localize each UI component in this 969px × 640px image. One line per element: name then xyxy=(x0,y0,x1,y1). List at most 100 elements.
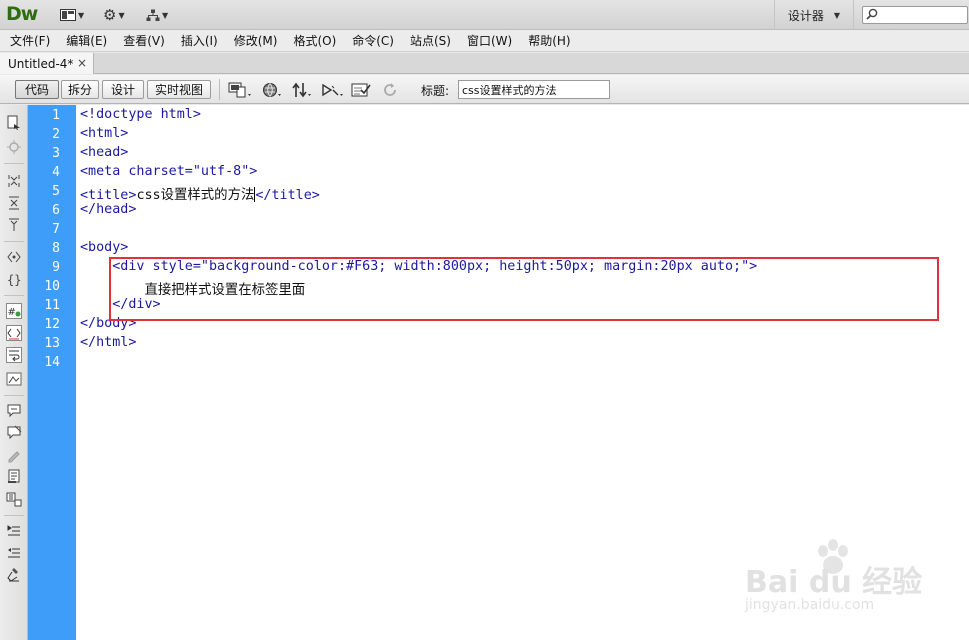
document-toolbar: 代码 拆分 设计 实时视图 标题: xyxy=(0,75,969,104)
layout-menu-button[interactable]: ▼ xyxy=(60,6,84,24)
close-icon[interactable]: × xyxy=(77,56,87,70)
menu-commands[interactable]: 命令(C) xyxy=(352,32,394,49)
title-open-tag: <title> xyxy=(80,188,137,203)
menu-view[interactable]: 查看(V) xyxy=(123,32,165,49)
refresh-button[interactable] xyxy=(382,81,398,99)
line-number: 8 xyxy=(52,241,60,256)
title-bar: Dw ▼ ⚙ ▼ ▼ 设计器 ▼ xyxy=(0,0,969,30)
site-tree-icon xyxy=(146,9,160,21)
code-line: </html> xyxy=(80,335,137,350)
code-line: </head> xyxy=(80,202,137,217)
line-numbers-icon[interactable]: # xyxy=(6,303,22,319)
highlight-annotation-box xyxy=(109,257,939,321)
dreamweaver-logo: Dw xyxy=(6,3,38,25)
wrap-tag-icon[interactable] xyxy=(6,447,22,463)
select-parent-tag-icon[interactable] xyxy=(6,249,22,265)
menu-file[interactable]: 文件(F) xyxy=(10,32,50,49)
layout-icon xyxy=(60,9,76,21)
balance-braces-icon[interactable]: {} xyxy=(6,271,22,287)
document-tab-label: Untitled-4* xyxy=(8,56,74,71)
validate-markup-button[interactable] xyxy=(351,81,375,99)
workspace-switcher[interactable]: 设计器 ▼ xyxy=(774,0,854,30)
preview-browser-button[interactable] xyxy=(262,81,284,99)
line-number-gutter: 1 2 3 4 5 6 7 8 9 10 11 12 13 14 xyxy=(28,105,76,640)
up-down-arrows-icon xyxy=(292,82,311,98)
menu-modify[interactable]: 修改(M) xyxy=(234,32,278,49)
expand-all-icon[interactable] xyxy=(6,217,22,233)
code-line: <body> xyxy=(80,240,129,255)
baidu-jingyan-watermark: Bai du 经验 jingyan.baidu.com xyxy=(745,539,955,620)
word-wrap-icon[interactable] xyxy=(6,347,22,363)
toolbar-divider xyxy=(4,395,24,396)
title-text: css设置样式的方法 xyxy=(136,188,255,203)
live-view-button[interactable]: 实时视图 xyxy=(147,80,211,99)
line-number: 12 xyxy=(44,317,60,332)
menu-window[interactable]: 窗口(W) xyxy=(467,32,512,49)
menu-bar: 文件(F) 编辑(E) 查看(V) 插入(I) 修改(M) 格式(O) 命令(C… xyxy=(0,30,969,52)
watermark-brand: Bai du 经验 xyxy=(745,565,923,600)
globe-icon xyxy=(263,83,281,97)
chevron-down-icon: ▼ xyxy=(118,10,125,20)
remove-comment-icon[interactable] xyxy=(6,425,22,441)
workspace-label: 设计器 xyxy=(787,8,824,23)
inspect-button[interactable] xyxy=(321,81,345,99)
toolbar-divider xyxy=(4,515,24,516)
code-editor[interactable]: <!doctype html> <html> <head> <meta char… xyxy=(76,105,969,640)
line-number: 10 xyxy=(44,279,60,294)
code-line: <html> xyxy=(80,126,129,141)
code-view-button[interactable]: 代码 xyxy=(15,80,59,99)
design-view-button[interactable]: 设计 xyxy=(102,80,144,99)
highlight-invalid-code-icon[interactable] xyxy=(6,325,22,341)
code-line: <meta charset="utf-8"> xyxy=(80,164,258,179)
collapse-selection-icon[interactable] xyxy=(6,195,22,211)
menu-format[interactable]: 格式(O) xyxy=(293,32,336,49)
refresh-icon xyxy=(384,83,396,96)
site-menu-button[interactable]: ▼ xyxy=(146,6,168,24)
svg-text:#: # xyxy=(8,307,16,318)
syntax-error-icon[interactable] xyxy=(6,371,22,387)
toolbar-divider xyxy=(4,295,24,296)
toolbar-divider xyxy=(4,163,24,164)
chevron-down-icon: ▼ xyxy=(833,10,841,20)
coding-toolbar: {} # xyxy=(0,105,28,640)
indent-code-icon[interactable] xyxy=(6,523,22,539)
format-source-icon[interactable] xyxy=(6,567,22,583)
menu-help[interactable]: 帮助(H) xyxy=(528,32,570,49)
multiscreen-button[interactable] xyxy=(228,81,254,99)
extend-menu-button[interactable]: ⚙ ▼ xyxy=(103,6,125,24)
document-tab-bar: Untitled-4* × xyxy=(0,53,969,74)
line-number: 6 xyxy=(52,203,60,218)
code-line: <!doctype html> xyxy=(80,107,201,122)
menu-edit[interactable]: 编辑(E) xyxy=(66,32,107,49)
menu-site[interactable]: 站点(S) xyxy=(410,32,451,49)
line-number: 3 xyxy=(52,146,60,161)
search-input[interactable] xyxy=(862,6,968,24)
menu-insert[interactable]: 插入(I) xyxy=(181,32,218,49)
chevron-down-icon: ▼ xyxy=(78,10,85,20)
title-label: 标题: xyxy=(421,84,450,98)
line-number: 1 xyxy=(52,108,60,123)
file-management-button[interactable] xyxy=(291,81,313,99)
line-number: 4 xyxy=(52,165,60,180)
line-number: 9 xyxy=(52,260,60,275)
document-tab[interactable]: Untitled-4* × xyxy=(0,53,94,74)
outdent-code-icon[interactable] xyxy=(6,545,22,561)
line-number: 7 xyxy=(52,222,60,237)
show-code-navigator-icon[interactable] xyxy=(6,139,22,155)
recent-snippets-icon[interactable] xyxy=(6,469,22,485)
search-icon xyxy=(866,8,878,20)
apply-comment-icon[interactable] xyxy=(6,403,22,419)
line-number: 14 xyxy=(44,355,60,370)
split-view-button[interactable]: 拆分 xyxy=(61,80,99,99)
toolbar-divider xyxy=(219,79,220,100)
title-input[interactable] xyxy=(458,80,610,99)
svg-text:{}: {} xyxy=(7,273,21,287)
move-css-icon[interactable] xyxy=(6,491,22,507)
open-documents-icon[interactable] xyxy=(6,115,22,131)
chevron-down-icon: ▼ xyxy=(162,10,169,20)
line-number: 2 xyxy=(52,127,60,142)
multiscreen-icon xyxy=(228,82,251,98)
line-number: 13 xyxy=(44,336,60,351)
gear-icon: ⚙ xyxy=(103,5,117,24)
collapse-full-tag-icon[interactable] xyxy=(6,173,22,189)
